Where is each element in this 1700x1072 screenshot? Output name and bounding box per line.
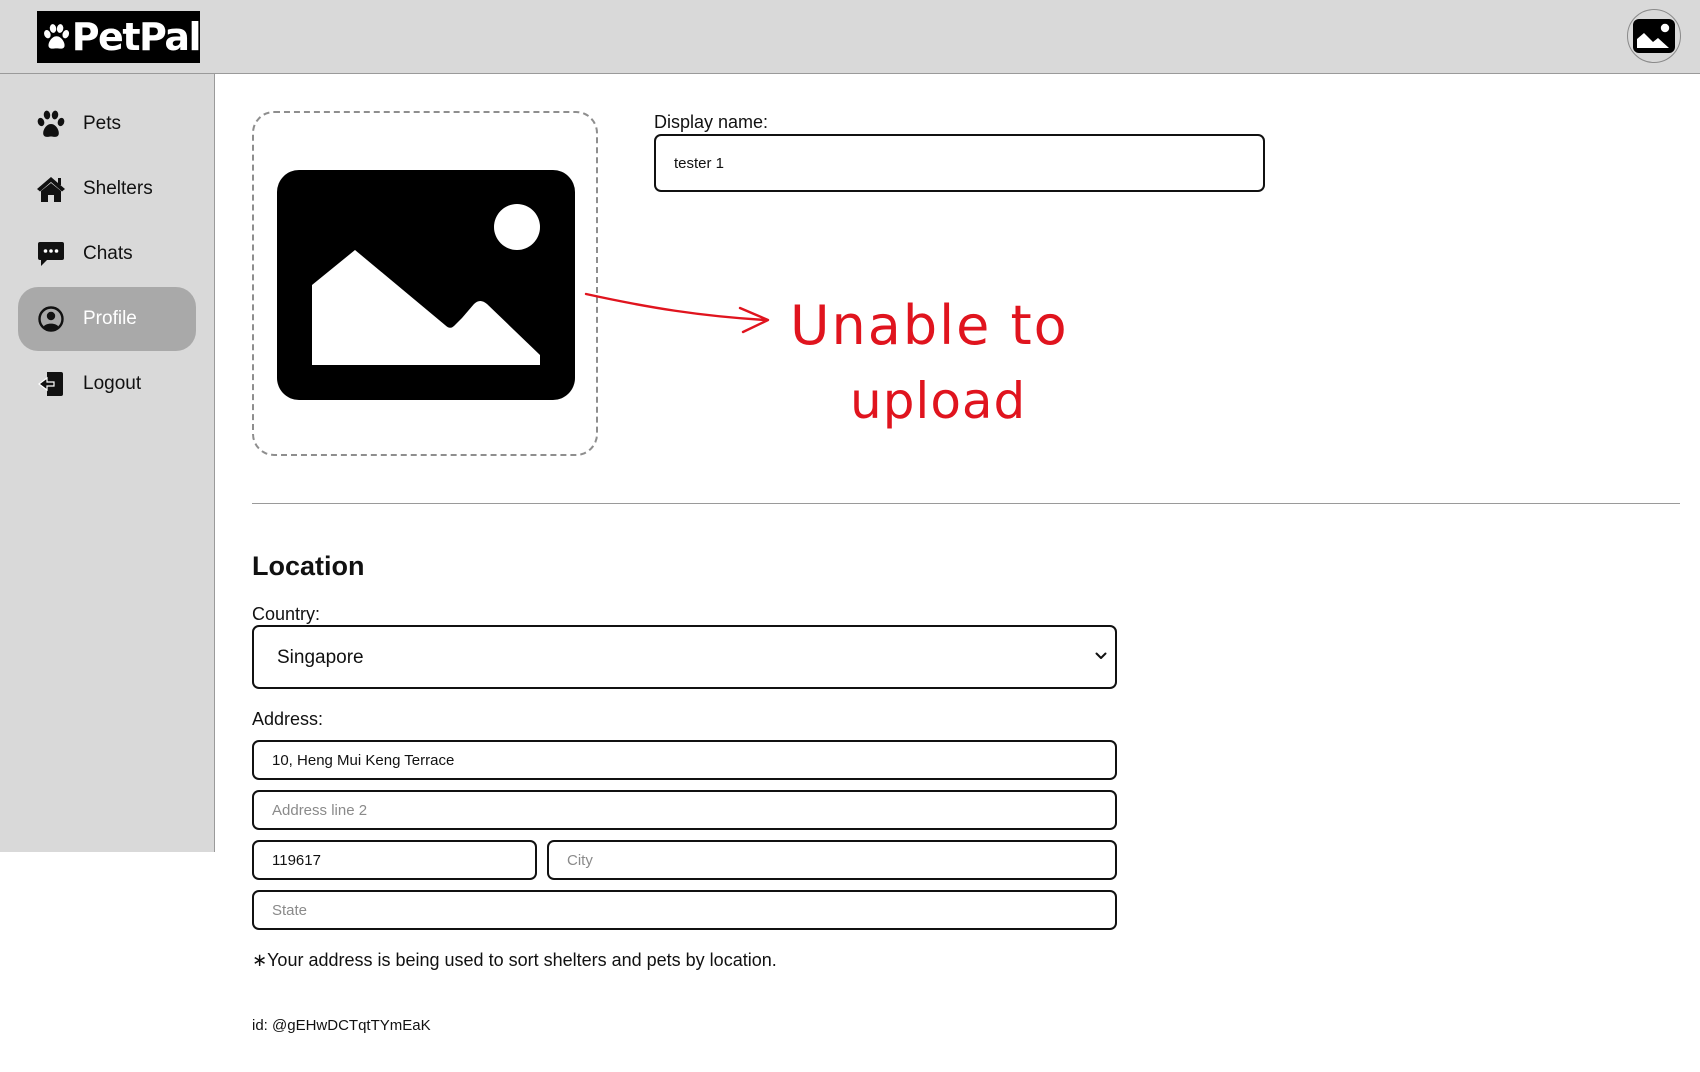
handwritten-annotation: Unable to upload <box>584 292 1069 430</box>
city-input[interactable] <box>547 840 1117 880</box>
sidebar-item-shelters[interactable]: Shelters <box>18 157 196 221</box>
address-usage-note: ∗Your address is being used to sort shel… <box>252 950 777 970</box>
sidebar-item-chats[interactable]: Chats <box>18 222 196 286</box>
display-name-input[interactable] <box>654 134 1265 192</box>
chat-bubble-icon <box>36 240 66 268</box>
annotation-line-2: upload <box>850 372 1026 430</box>
sidebar-item-label: Chats <box>83 243 133 264</box>
sidebar-item-label: Logout <box>83 373 142 394</box>
profile-photo-upload[interactable] <box>252 111 598 456</box>
sidebar-item-label: Shelters <box>83 178 153 199</box>
image-placeholder-icon <box>1633 19 1675 53</box>
sidebar-item-profile[interactable]: Profile <box>18 287 196 351</box>
house-icon <box>36 175 66 203</box>
paw-icon <box>44 24 70 49</box>
address-label: Address: <box>252 709 324 729</box>
country-selected-value: Singapore <box>277 647 364 668</box>
sidebar: Pets Shelters Chats Profile Logout <box>0 74 215 852</box>
user-circle-icon <box>36 305 66 333</box>
country-select[interactable]: Singapore <box>252 625 1117 689</box>
location-title: Location <box>252 551 365 581</box>
address-line2-input[interactable] <box>252 790 1117 830</box>
address-line1-input[interactable] <box>252 740 1117 780</box>
user-id-text: id: @gEHwDCTqtTYmEaK <box>252 1017 431 1034</box>
state-input[interactable] <box>252 890 1117 930</box>
logout-icon <box>36 370 66 398</box>
section-divider <box>252 503 1680 504</box>
paw-icon <box>36 110 66 138</box>
annotation-line-1: Unable to <box>790 294 1069 357</box>
display-name-label: Display name: <box>654 112 769 132</box>
top-header: PetPal <box>0 0 1700 74</box>
country-label: Country: <box>252 604 321 624</box>
sidebar-item-label: Pets <box>83 113 122 134</box>
sidebar-item-pets[interactable]: Pets <box>18 92 196 156</box>
postal-code-input[interactable] <box>252 840 537 880</box>
image-placeholder-icon <box>277 170 575 400</box>
logo-text: PetPal <box>71 15 202 59</box>
petpal-logo[interactable]: PetPal <box>37 11 202 63</box>
user-avatar[interactable] <box>1627 9 1681 63</box>
sidebar-item-logout[interactable]: Logout <box>18 352 196 416</box>
sidebar-item-label: Profile <box>83 308 137 329</box>
chevron-down-icon <box>1095 652 1107 659</box>
